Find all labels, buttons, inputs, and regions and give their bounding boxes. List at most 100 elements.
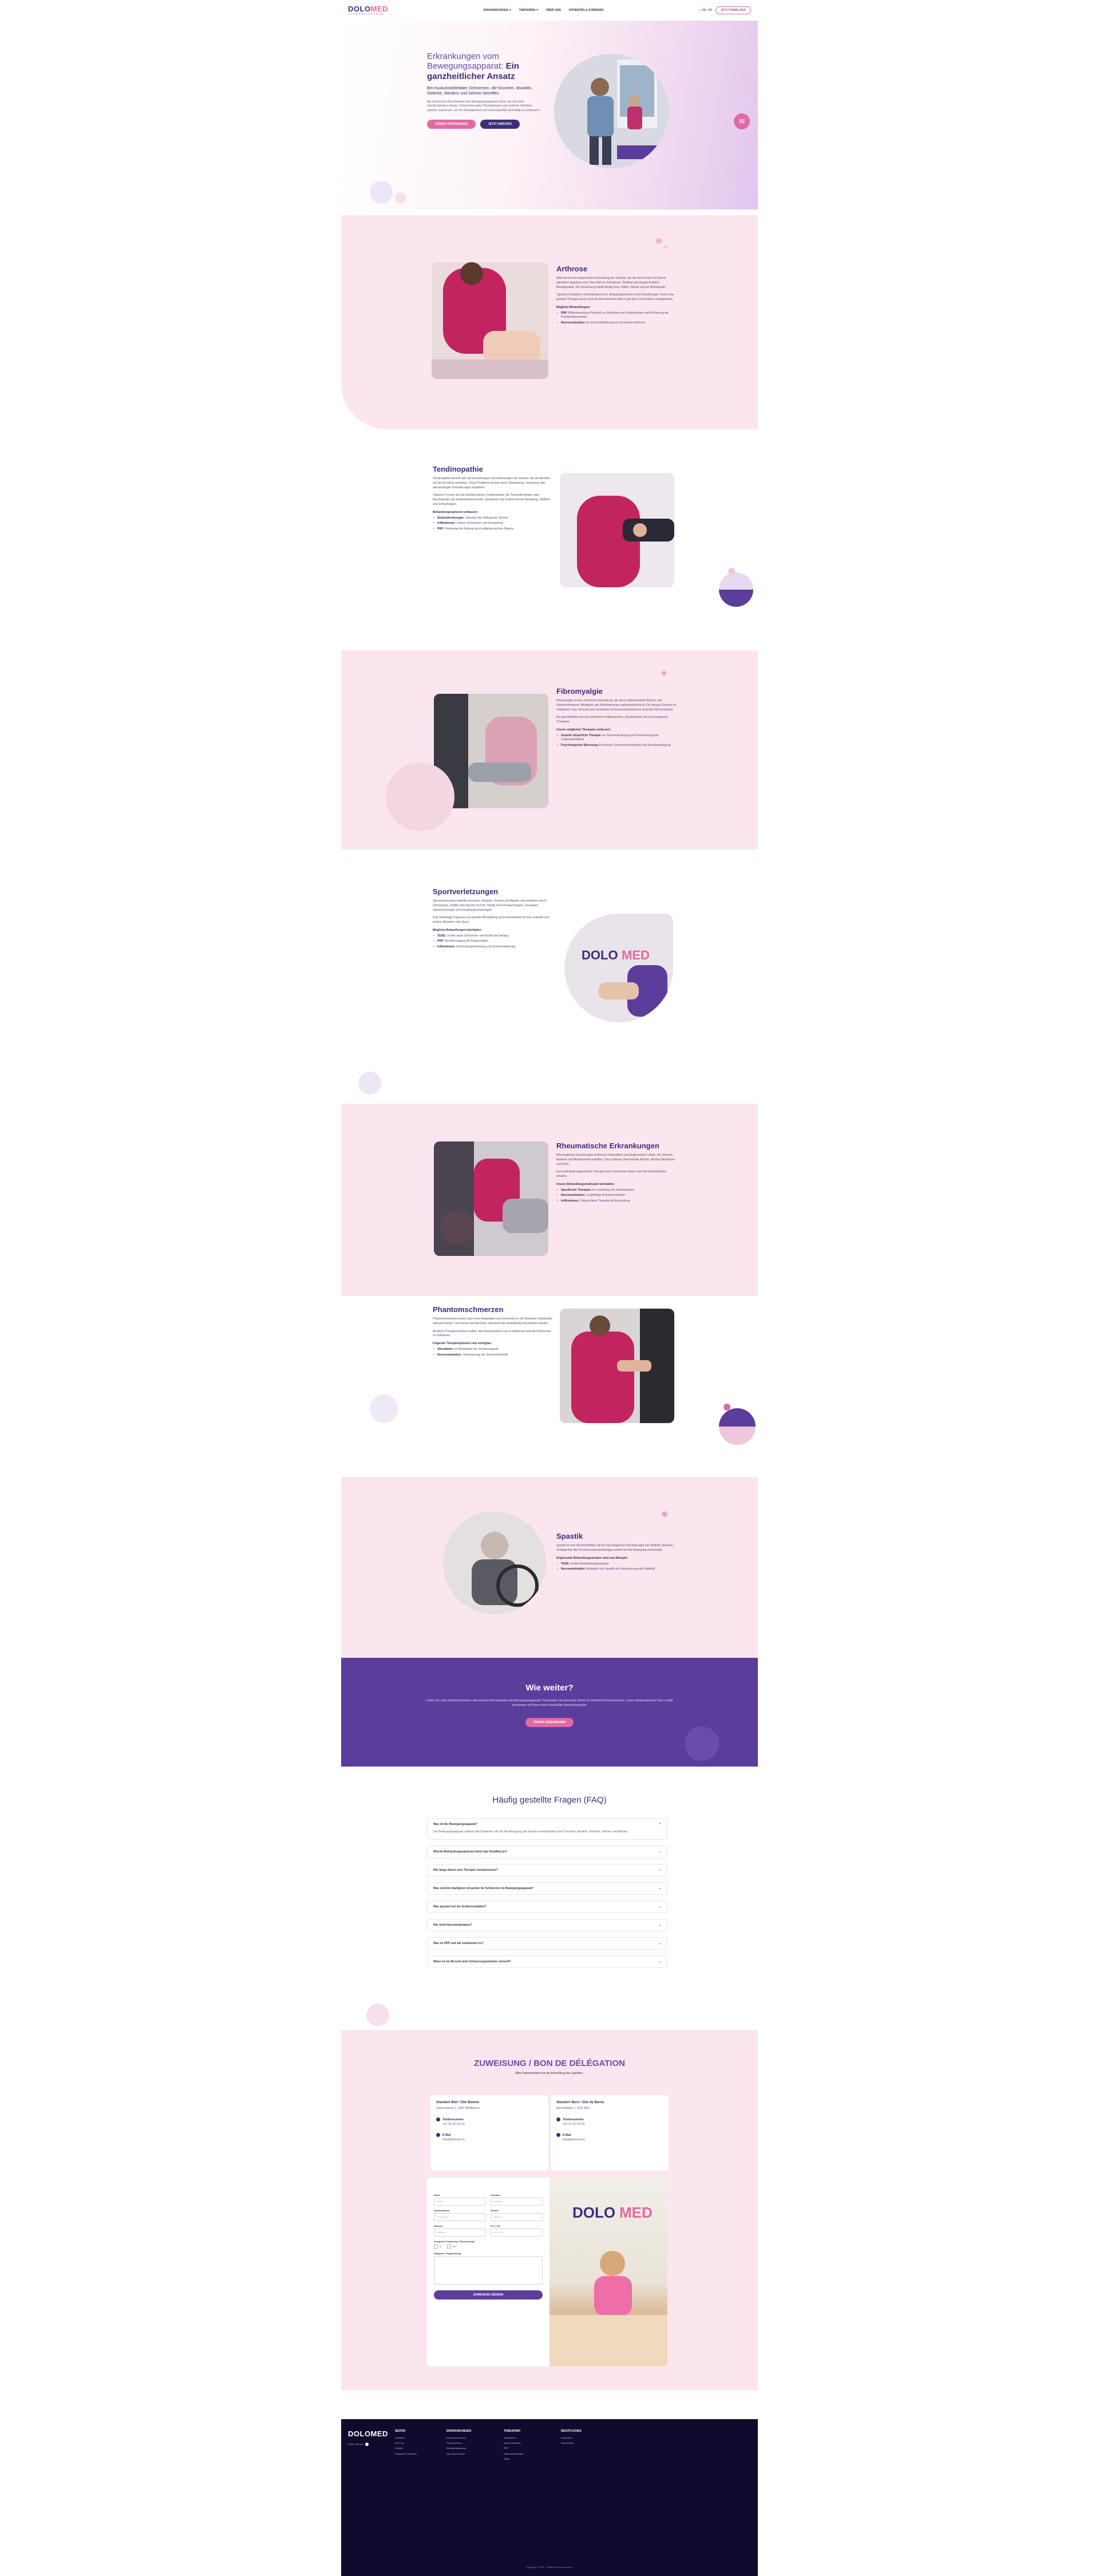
list-item: Stimulation zur Modulation der Schmerzsi… [433,1348,553,1352]
chevron-down-icon: ▾ [536,9,538,12]
treatment-list: Gezielte körperliche Therapie zur Schmer… [556,734,678,748]
footer-link[interactable]: PRP [504,2447,555,2449]
site-header: DOLOMED SCHMERZZENTRUM ERKRANKUNGEN ▾ THE… [341,0,758,21]
phone-input[interactable]: Telefon [491,2213,543,2221]
decor-dot [656,238,662,244]
arthrose-photo-illustration [432,262,548,379]
nav-item-patienten[interactable]: PATIENTEN & ZUWEISER [569,9,603,12]
referral-subtitle: Bitte Patientendaten für die Anmeldung h… [515,2072,584,2075]
spastik-photo-illustration [443,1511,546,1614]
footer-link[interactable]: Infiltrationen [504,2436,555,2439]
chevron-down-icon: ⌄ [658,1868,661,1872]
faq-item[interactable]: Welche Behandlungsoptionen bietet das Do… [427,1845,667,1858]
faq-item[interactable]: Was ist PRP und wie funktioniert es? ⌄ [427,1937,667,1950]
footer-link[interactable]: Nervenschmerzen [446,2452,498,2455]
checkbox-yes[interactable]: Ja [434,2245,441,2249]
hero-appointment-button[interactable]: TERMIN VEREINBAREN [427,120,476,129]
footer-link[interactable]: Impressum [561,2436,612,2439]
section-title: Spastik [556,1532,583,1540]
list-item: PRP: Beschleunigung der Regeneration [433,939,553,944]
footer-link[interactable]: Stoßwellentherapie [504,2452,555,2455]
phone-icon [436,2117,440,2121]
address-input[interactable]: Adresse [434,2229,486,2237]
chevron-down-icon: ⌄ [658,1923,661,1927]
footer-link[interactable]: Bewegungsapparat [446,2447,498,2449]
list-item: Neuromodulation: Langfristige Schmerzred… [556,1194,678,1198]
decor-circle [685,1726,719,1761]
section-fibromyalgie: Fibromyalgie Fibromyalgie ist eine chron… [341,650,758,850]
footer-link[interactable]: Kontakt [395,2447,441,2449]
footer-link[interactable]: Kopfschmerzen [446,2441,498,2444]
phantomschmerzen-text: Phantomschmerzen Phantomschmerzen treten… [433,1305,553,1358]
footer-link[interactable]: Datenschutz [561,2441,612,2444]
cta-appointment-button[interactable]: TERMIN VEREINBAREN [525,1718,574,1727]
decor-dot [662,1511,667,1517]
chevron-down-icon: ⌄ [658,1941,661,1945]
faq-item[interactable]: Wann ist ein Besuch beim Schmerzspeziali… [427,1955,667,1968]
footer-col-therapien: THERAPIEN Infiltrationen Neuromodulation… [504,2429,555,2463]
faq-item[interactable]: Wie lange dauert eine Therapie normalerw… [427,1863,667,1876]
header-cta-button[interactable]: JETZT ANMELDEN [715,6,751,14]
submit-button[interactable]: ZUWEISUNG SENDEN [434,2290,543,2300]
location-name: Standort Bern / Site de Berne [556,2101,604,2104]
section-paragraph: Phantomschmerzen treten nach einer Amput… [433,1317,552,1325]
section-paragraph: Spastik ist eine Muskelsteifheit, die be… [556,1544,674,1552]
nav-item-ueber-uns[interactable]: ÜBER UNS [546,9,561,12]
nav-item-erkrankungen[interactable]: ERKRANKUNGEN ▾ [484,9,511,12]
language-label: DE / FR [702,9,713,12]
section-title: Arthrose [556,264,588,273]
field-label: PLZ / Ort [491,2225,500,2227]
footer-link[interactable]: TENS [504,2458,555,2460]
checkbox-no[interactable]: Nein [447,2245,457,2249]
section-paragraph: Arthrose ist eine degenerative Erkrankun… [556,276,666,289]
logo[interactable]: DOLOMED SCHMERZZENTRUM [348,5,388,16]
list-item: Neuromodulation: Verbesserung der Schmer… [433,1353,553,1358]
faq-item[interactable]: Was passiert bei der Erstkonsultation? ⌄ [427,1900,667,1913]
footer-link[interactable]: Neuromodulation [504,2441,555,2444]
footer-link[interactable]: Startseite [395,2436,441,2439]
decor-half-circle [719,572,753,607]
hero-lead: Bei muskuloskelettalen Schmerzen, die Kn… [427,86,532,96]
phone-link[interactable]: +41 31 311 00 00 [556,2123,663,2126]
dob-input[interactable]: TT.MM.JJJJ [434,2213,486,2221]
mail-label: E-Mail [442,2133,451,2137]
location-card-bern: Standort Bern / Site de Berne Bahnhofpla… [551,2095,669,2171]
decor-circle [370,181,393,204]
footer-link[interactable]: Patienten & Zuweiser [395,2452,441,2455]
tendinopathie-text: Tendinopathie Tendinopathie bezieht sich… [433,465,553,532]
section-paragraph: Tendinopathie bezieht sich auf Erkrankun… [433,477,550,489]
mail-link[interactable]: info@dolomed.ch [556,2138,663,2142]
footer-link[interactable]: Rückenschmerzen [446,2436,498,2439]
faq-item[interactable]: Wie wirkt Neuromodulation? ⌄ [427,1918,667,1931]
nav-item-therapien[interactable]: THERAPIEN ▾ [519,9,537,12]
language-switcher[interactable]: ● DE / FR [699,9,712,12]
logo-text-part1: DOLO [348,4,371,13]
footer-logo[interactable]: DOLOMED [348,2429,388,2438]
hero-call-button[interactable]: JETZT ANRUFEN [480,120,520,129]
faq-item[interactable]: Was ist der Bewegungsapparat? ^ Der Beweg… [427,1818,667,1840]
instagram-icon[interactable] [365,2443,369,2446]
city-input[interactable]: PLZ / Ort [491,2229,543,2237]
mail-link[interactable]: info@dolomed.ch [436,2138,543,2142]
decor-dot [664,245,667,248]
section-paragraph: Moderne Therapieverfahren helfen, das Ne… [433,1329,551,1338]
rheumatisch-photo-illustration [434,1141,548,1256]
chat-bubble-icon[interactable]: ✉ [734,113,750,129]
list-item: Infiltrationen: Lindern Schmerzen und En… [433,521,553,526]
section-subheading: Mögliche Behandlungen beinhalten: [433,928,482,932]
cta-title: Wie weiter? [525,1683,574,1693]
section-paragraph: Typische Formen sind die Achillessehnen-… [433,493,550,506]
arthrose-text: Arthrose Arthrose ist eine degenerative … [556,264,677,326]
referral-section: ZUWEISUNG / BON DE DÉLÉGATION Bitte Pati… [341,2030,758,2391]
message-textarea[interactable] [434,2256,543,2285]
footer-link[interactable]: Über uns [395,2441,441,2444]
svg-text:DOLO: DOLO [582,948,618,962]
faq-question: Was sind die häufigsten Ursachen für Sch… [433,1886,534,1890]
logo-subtitle: SCHMERZZENTRUM [348,12,385,16]
name-input[interactable]: Name [434,2198,486,2206]
decor-circle [366,2004,389,2026]
phone-link[interactable]: +41 32 322 00 00 [436,2123,543,2126]
cta-section: Wie weiter? Leiden Sie unter Rückenschme… [341,1658,758,1767]
faq-item[interactable]: Was sind die häufigsten Ursachen für Sch… [427,1882,667,1895]
firstname-input[interactable]: Vorname [491,2198,543,2206]
